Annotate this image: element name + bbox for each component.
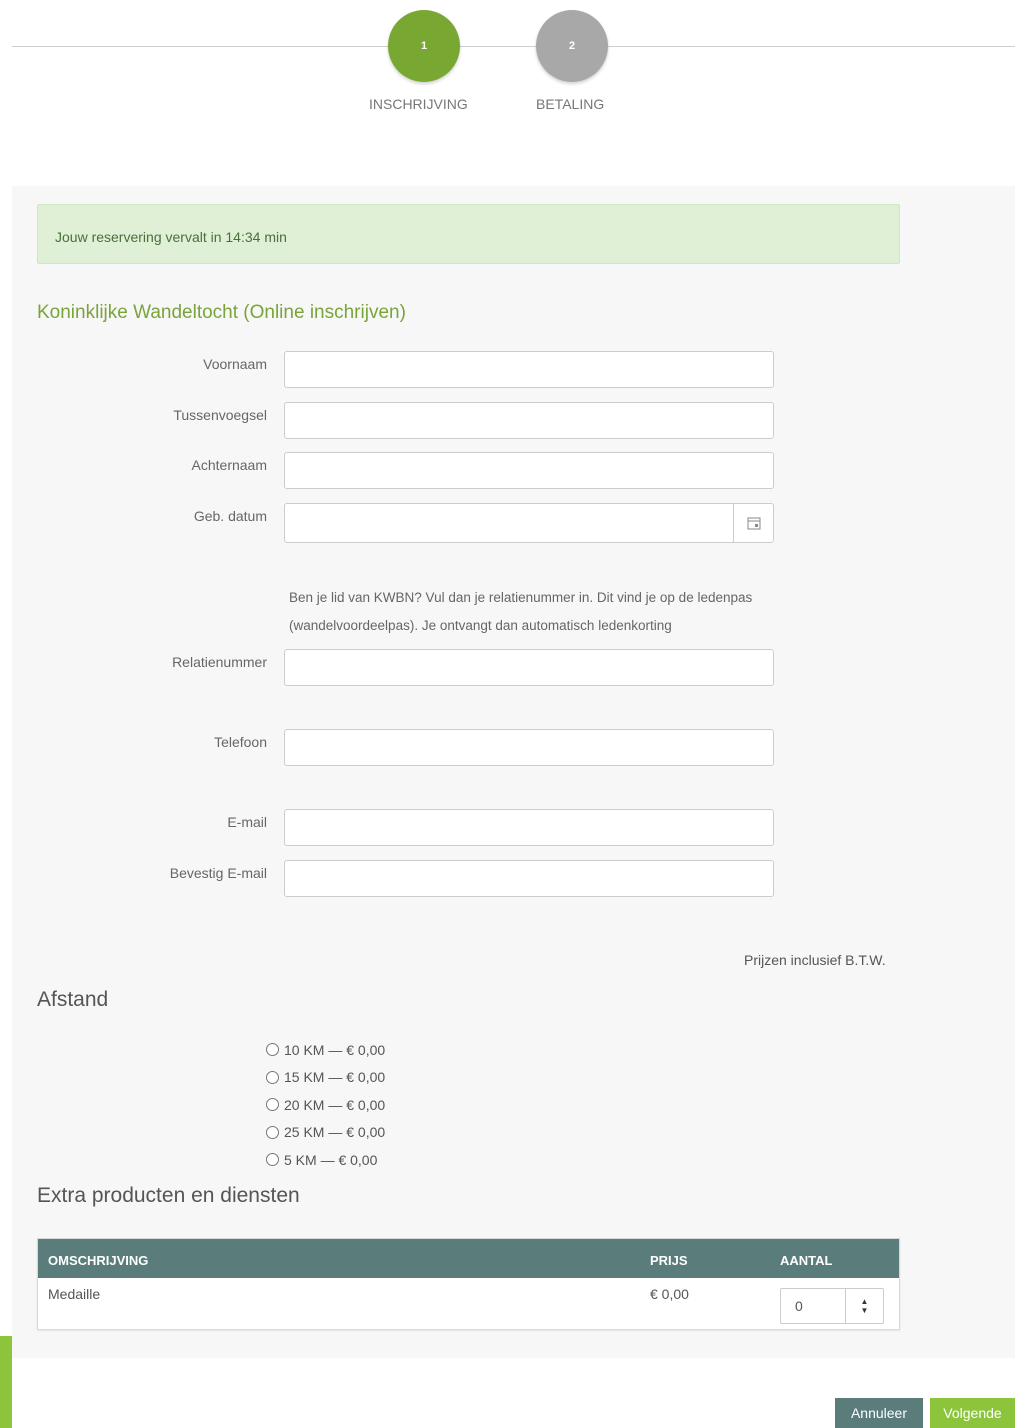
radio-button[interactable]	[266, 1125, 279, 1139]
next-button[interactable]: Volgende	[930, 1398, 1015, 1428]
distance-option-5km[interactable]: 5 KM — € 0,00	[266, 1146, 385, 1174]
membership-help-text: Ben je lid van KWBN? Vul dan je relatien…	[289, 590, 753, 633]
distance-option-15km[interactable]: 15 KM — € 0,00	[266, 1064, 385, 1092]
column-price: PRIJS	[650, 1253, 688, 1268]
radio-button[interactable]	[266, 1153, 279, 1167]
step-1-label: INSCHRIJVING	[369, 96, 468, 112]
quantity-input[interactable]	[781, 1289, 845, 1323]
relation-number-input[interactable]	[284, 649, 774, 686]
distance-option-label: 25 KM — € 0,00	[284, 1124, 386, 1141]
reservation-timer-alert: Jouw reservering vervalt in 14:34 min	[37, 204, 900, 264]
column-quantity: AANTAL	[780, 1253, 833, 1268]
distance-option-label: 20 KM — € 0,00	[284, 1096, 386, 1113]
chevron-up-icon[interactable]: ▲	[861, 1297, 869, 1306]
birth-date-field	[284, 503, 774, 543]
email-input[interactable]	[284, 809, 774, 846]
email-label: E-mail	[227, 814, 267, 830]
step-2-label: BETALING	[536, 96, 605, 112]
calendar-icon-graphic	[747, 517, 760, 530]
left-accent-bar	[0, 1336, 12, 1428]
radio-button[interactable]	[266, 1070, 279, 1084]
distance-option-25km[interactable]: 25 KM — € 0,00	[266, 1119, 385, 1147]
extras-heading: Extra producten en diensten	[37, 1184, 300, 1207]
stepper-line	[12, 46, 1015, 47]
email-confirm-input[interactable]	[284, 860, 774, 897]
infix-input[interactable]	[284, 402, 774, 439]
distance-heading: Afstand	[37, 988, 109, 1011]
distance-option-10km[interactable]: 10 KM — € 0,00	[266, 1036, 385, 1064]
radio-button[interactable]	[266, 1043, 279, 1057]
birth-date-input[interactable]	[285, 504, 735, 542]
event-title: Koninklijke Wandeltocht (Online inschrij…	[37, 302, 406, 323]
product-description: Medaille	[48, 1286, 101, 1302]
extras-table: OMSCHRIJVING PRIJS AANTAL Medaille € 0,0…	[37, 1238, 900, 1330]
infix-label: Tussenvoegsel	[173, 407, 267, 423]
quantity-stepper: ▲ ▼	[780, 1288, 884, 1324]
distance-option-label: 5 KM — € 0,00	[284, 1151, 378, 1168]
relation-number-label: Relatienummer	[172, 654, 267, 670]
radio-button[interactable]	[266, 1098, 279, 1112]
phone-label: Telefoon	[214, 734, 267, 750]
distance-options: 10 KM — € 0,00 15 KM — € 0,00 20 KM — € …	[266, 1036, 385, 1174]
phone-input[interactable]	[284, 729, 774, 766]
distance-option-20km[interactable]: 20 KM — € 0,00	[266, 1091, 385, 1119]
table-row: Medaille € 0,00 ▲ ▼	[38, 1278, 899, 1330]
product-price: € 0,00	[650, 1286, 689, 1302]
birth-date-label: Geb. datum	[193, 508, 267, 524]
distance-option-label: 15 KM — € 0,00	[284, 1069, 386, 1086]
email-confirm-label: Bevestig E-mail	[169, 865, 267, 881]
distance-option-label: 10 KM — € 0,00	[284, 1041, 386, 1058]
quantity-spinner[interactable]: ▲ ▼	[845, 1289, 883, 1323]
vat-note: Prijzen inclusief B.T.W.	[744, 952, 886, 968]
last-name-input[interactable]	[284, 452, 774, 489]
last-name-label: Achternaam	[191, 457, 267, 473]
first-name-input[interactable]	[284, 351, 774, 388]
table-header: OMSCHRIJVING PRIJS AANTAL	[38, 1239, 899, 1278]
cancel-button[interactable]: Annuleer	[835, 1398, 923, 1428]
calendar-icon[interactable]	[733, 504, 773, 542]
step-1-circle: 1	[388, 10, 460, 82]
step-2-circle: 2	[536, 10, 608, 82]
first-name-label: Voornaam	[203, 356, 267, 372]
column-description: OMSCHRIJVING	[48, 1253, 149, 1268]
chevron-down-icon[interactable]: ▼	[861, 1306, 869, 1315]
